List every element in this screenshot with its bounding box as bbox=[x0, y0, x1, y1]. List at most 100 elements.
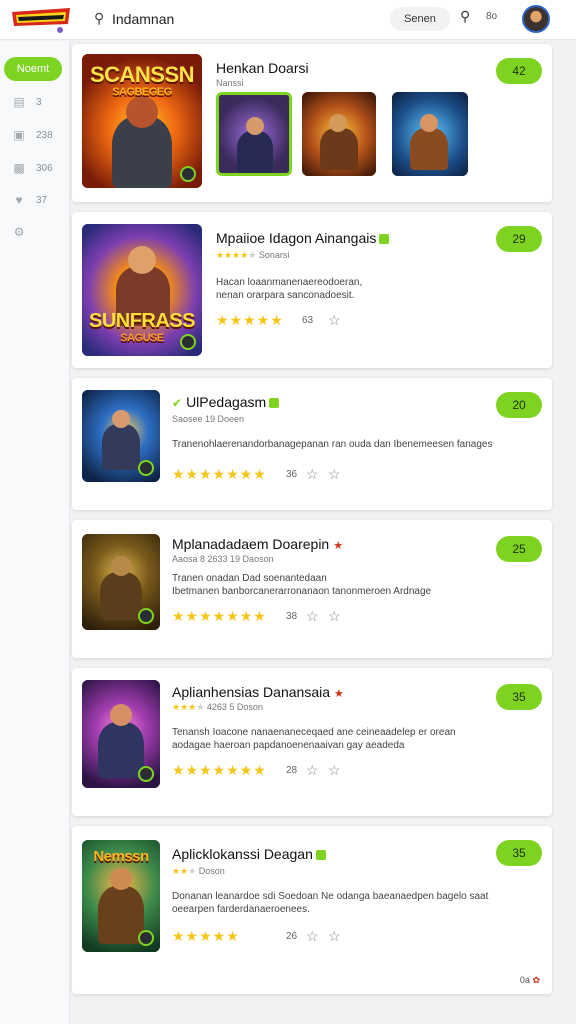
flame-icon: ★ bbox=[334, 688, 344, 700]
app-title-text: Aplicklokanssi Deagan bbox=[172, 846, 313, 862]
sidebar-item-favorites[interactable]: ♥ 37 bbox=[12, 191, 62, 209]
rating-stars: ★★★★★★★ bbox=[172, 608, 267, 624]
app-title-text: UlPedagasm bbox=[186, 394, 267, 410]
badge-icon bbox=[180, 166, 196, 182]
app-title-text: Aplianhensias Danansaia bbox=[172, 684, 330, 700]
description-line: Tranenohlaerenandorbanagepanan ran ouda … bbox=[172, 439, 493, 450]
home-button[interactable]: Noemt bbox=[4, 57, 62, 81]
score-badge[interactable]: 35 bbox=[496, 684, 542, 710]
art-subtitle: SAGBEGEG bbox=[112, 86, 172, 98]
sidebar-item-settings[interactable]: ⚙ bbox=[12, 223, 62, 241]
app-title[interactable]: Henkan Doarsi bbox=[216, 60, 309, 76]
verified-icon bbox=[315, 850, 326, 861]
share-star-icon[interactable]: ☆ bbox=[328, 466, 341, 483]
verified-icon bbox=[269, 398, 280, 409]
app-card[interactable]: SUNFRASS SAGUSE Mpaiioe Idagon Ainangais… bbox=[72, 212, 552, 368]
app-meta: ★★★ Doson bbox=[172, 866, 225, 877]
sidebar-item-count: 238 bbox=[36, 129, 53, 141]
description-line: Hacan loaanmanenaereodoeran, bbox=[216, 277, 363, 288]
favorite-star-icon[interactable]: ☆ bbox=[328, 312, 341, 329]
app-meta-text: 4263 5 Doson bbox=[206, 702, 263, 712]
app-description: Hacan loaanmanenaereodoeran, nenan orarp… bbox=[216, 276, 526, 302]
app-title[interactable]: Aplicklokanssi Deagan bbox=[172, 846, 326, 862]
app-meta: Aaosa 8 2633 19 Daoson bbox=[172, 554, 274, 564]
app-meta: ★★★★★ Sonarsi bbox=[216, 250, 289, 261]
card-footer: 0a ✿ bbox=[520, 975, 540, 986]
rating-count: 26 bbox=[286, 931, 298, 942]
app-logo[interactable] bbox=[10, 6, 72, 34]
avatar[interactable] bbox=[522, 5, 550, 33]
sidebar-item-list[interactable]: ▤ 3 bbox=[12, 93, 62, 111]
app-meta: ★★★★ 4263 5 Doson bbox=[172, 702, 263, 713]
app-description: Tranen onadan Dad soenantedaan Ibetmanen… bbox=[172, 572, 542, 598]
app-title[interactable]: Mplanadadaem Doarepin ★ bbox=[172, 536, 343, 552]
image-icon: ▩ bbox=[13, 161, 25, 175]
app-thumbnail[interactable]: Nemssn bbox=[82, 840, 160, 952]
share-star-icon[interactable]: ☆ bbox=[328, 608, 341, 625]
rating-stars: ★★★★★ bbox=[216, 312, 284, 328]
sidebar-item-count: 37 bbox=[36, 194, 48, 206]
score-badge[interactable]: 29 bbox=[496, 226, 542, 252]
app-card[interactable]: Nemssn Aplicklokanssi Deagan ★★★ Doson D… bbox=[72, 826, 552, 994]
app-title-text: Mplanadadaem Doarepin bbox=[172, 536, 330, 552]
app-thumbnail[interactable]: SCANSSN SAGBEGEG bbox=[82, 54, 202, 188]
app-thumbnail[interactable]: SUNFRASS SAGUSE bbox=[82, 224, 202, 356]
notification-count: 8o bbox=[486, 11, 498, 22]
screenshot-thumbnail[interactable] bbox=[392, 92, 468, 176]
rating-count: 63 bbox=[302, 315, 314, 326]
art-title: SCANSSN bbox=[89, 62, 195, 87]
app-title[interactable]: Aplianhensias Danansaia ★ bbox=[172, 684, 344, 700]
score-badge[interactable]: 42 bbox=[496, 58, 542, 84]
score-badge[interactable]: 20 bbox=[496, 392, 542, 418]
sidebar-item-image[interactable]: ▩ 306 bbox=[12, 159, 62, 177]
search-input[interactable] bbox=[112, 8, 352, 30]
leaf-icon: ✔ bbox=[172, 396, 183, 410]
app-meta: Nanssi bbox=[216, 78, 244, 88]
description-line: Tenansh Ioacone nanaenaneceqaed ane cein… bbox=[172, 727, 456, 738]
app-title[interactable]: Mpaiioe Idagon Ainangais bbox=[216, 230, 390, 246]
list-icon: ▤ bbox=[13, 95, 25, 109]
description-line: nenan orarpara sanconadoesit. bbox=[216, 290, 355, 301]
app-thumbnail[interactable] bbox=[82, 390, 160, 482]
empty-star-icon: ★ bbox=[248, 250, 257, 260]
sidebar-item-chat[interactable]: ▣ 238 bbox=[12, 126, 62, 144]
score-badge[interactable]: 25 bbox=[496, 536, 542, 562]
app-title[interactable]: ✔ UlPedagasm bbox=[172, 394, 280, 410]
app-thumbnail[interactable] bbox=[82, 680, 160, 788]
badge-icon bbox=[138, 930, 154, 946]
mini-stars: ★★ bbox=[172, 866, 189, 876]
app-description: Tranenohlaerenandorbanagepanan ran ouda … bbox=[172, 438, 532, 451]
favorite-star-icon[interactable]: ☆ bbox=[306, 762, 319, 779]
favorite-star-icon[interactable]: ☆ bbox=[306, 928, 319, 945]
sidebar-item-count: 3 bbox=[36, 96, 42, 108]
rating-count: 38 bbox=[286, 611, 298, 622]
sidebar: Noemt ▤ 3 ▣ 238 ▩ 306 ♥ 37 ⚙ bbox=[0, 41, 70, 1024]
app-card[interactable]: Mplanadadaem Doarepin ★ Aaosa 8 2633 19 D… bbox=[72, 520, 552, 658]
score-badge[interactable]: 35 bbox=[496, 840, 542, 866]
app-description: Tenansh Ioacone nanaenaneceqaed ane cein… bbox=[172, 726, 542, 752]
share-star-icon[interactable]: ☆ bbox=[328, 928, 341, 945]
app-card[interactable]: Aplianhensias Danansaia ★ ★★★★ 4263 5 Dos… bbox=[72, 668, 552, 816]
description-line: Donanan leanardoe sdi Soedoan Ne odanga … bbox=[172, 891, 489, 902]
search-icon[interactable]: ⚲ bbox=[460, 8, 470, 25]
app-card[interactable]: SCANSSN SAGBEGEG Henkan Doarsi Nanssi 42 bbox=[72, 44, 552, 202]
art-title: Nemssn bbox=[93, 848, 149, 865]
favorite-star-icon[interactable]: ☆ bbox=[306, 466, 319, 483]
description-line: Tranen onadan Dad soenantedaan bbox=[172, 573, 327, 584]
share-star-icon[interactable]: ☆ bbox=[328, 762, 341, 779]
filter-pill[interactable]: Senen bbox=[390, 7, 450, 31]
badge-icon bbox=[138, 608, 154, 624]
rating-stars: ★★★★★★★ bbox=[172, 466, 267, 482]
description-line: oeearpen farderdanaeroenees. bbox=[172, 904, 310, 915]
screenshot-thumbnail[interactable] bbox=[302, 92, 376, 176]
mini-stars: ★★★★ bbox=[216, 250, 249, 260]
app-meta-text: Doson bbox=[198, 866, 225, 876]
badge-icon bbox=[138, 460, 154, 476]
description-line: Ibetmanen banborcanerarronanaon tanonmer… bbox=[172, 586, 432, 597]
app-thumbnail[interactable] bbox=[82, 534, 160, 630]
flame-icon: ★ bbox=[333, 540, 344, 552]
favorite-star-icon[interactable]: ☆ bbox=[306, 608, 319, 625]
flame-icon: ✿ bbox=[532, 975, 540, 985]
screenshot-thumbnail[interactable] bbox=[216, 92, 292, 176]
app-card[interactable]: ✔ UlPedagasm Saosee 19 Doeen Tranenohlaer… bbox=[72, 378, 552, 510]
